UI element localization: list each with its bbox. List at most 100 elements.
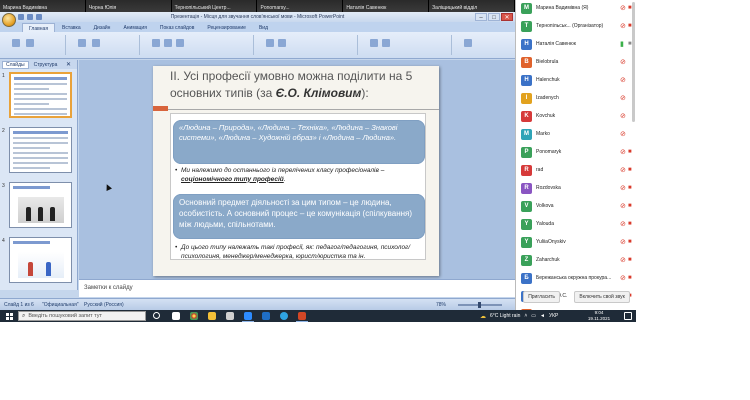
minimize-icon[interactable]: – (475, 13, 487, 21)
tab-view[interactable]: Вид (253, 23, 274, 32)
microphone-muted-icon[interactable]: ⊘ (620, 185, 626, 192)
microphone-muted-icon[interactable]: ⊘ (620, 221, 626, 228)
participant-row[interactable]: Y YuliiaOnyskiv ⊘ ■ (516, 234, 636, 252)
layout-icon[interactable] (92, 39, 100, 47)
microphone-muted-icon[interactable]: ⊘ (620, 167, 626, 174)
video-tile[interactable]: Заліщицький відділ (429, 0, 515, 12)
italic-icon[interactable] (164, 39, 172, 47)
zoom-slider[interactable] (458, 302, 502, 308)
skype-icon[interactable] (280, 312, 288, 320)
bold-icon[interactable] (152, 39, 160, 47)
tab-review[interactable]: Рецензирование (201, 23, 252, 32)
office-button-icon[interactable] (2, 13, 16, 27)
participant-row[interactable]: H Halenchuk ⊘ (516, 72, 636, 90)
weather-icon[interactable]: ☁ (480, 313, 486, 320)
bullet-socionomic[interactable]: Ми належимо до останнього із перелічених… (175, 167, 421, 184)
taskbar-search[interactable]: ⌕ Введіть пошуковий запит тут (18, 311, 146, 321)
undo-icon[interactable] (27, 14, 33, 20)
zoom-level[interactable]: 78% (436, 302, 446, 308)
participant-row[interactable]: Y Yalouda ⊘ ■ (516, 216, 636, 234)
participant-row[interactable]: T Тернопільськ... (Організатор) ⊘ ■ (516, 18, 636, 36)
slide-thumbnail[interactable]: 4 (0, 234, 77, 289)
file-explorer-icon[interactable] (208, 312, 216, 320)
participant-row[interactable]: V Volkova ⊘ ■ (516, 198, 636, 216)
notes-pane[interactable]: Заметки к слайду (79, 279, 515, 297)
camera-off-icon[interactable]: ■ (628, 185, 632, 192)
tab-insert[interactable]: Вставка (56, 23, 87, 32)
participant-row[interactable]: M Marko ⊘ (516, 126, 636, 144)
participant-row[interactable]: H Наталія Савенюк ▮ ■ (516, 36, 636, 54)
zoom-app-icon[interactable] (242, 312, 254, 322)
tab-slideshow[interactable]: Показ слайдов (154, 23, 200, 32)
language-indicator[interactable]: УКР (549, 313, 558, 319)
microphone-muted-icon[interactable]: ⊘ (620, 239, 626, 246)
bullet-professions[interactable]: До цього типу належать такі професії, як… (175, 244, 423, 261)
participant-row[interactable]: B Bielobrula ⊘ (516, 54, 636, 72)
zoom-slider-handle[interactable] (478, 302, 481, 308)
arrange-icon[interactable] (382, 39, 390, 47)
chrome-icon[interactable] (190, 312, 198, 320)
save-icon[interactable] (18, 14, 24, 20)
microphone-icon[interactable]: ▮ (620, 41, 624, 48)
slide-thumbnail[interactable]: 3 (0, 179, 77, 234)
video-tile[interactable]: Ponomarsy... (257, 0, 344, 12)
participant-row[interactable]: Rrad ⊘ ■ (516, 162, 636, 180)
microphone-muted-icon[interactable]: ⊘ (620, 257, 626, 264)
participant-row[interactable]: Z Zaharchuk ⊘ ■ (516, 252, 636, 270)
microphone-muted-icon[interactable]: ⊘ (620, 149, 626, 156)
redo-icon[interactable] (36, 14, 42, 20)
camera-off-icon[interactable]: ■ (628, 257, 632, 264)
windows-start-icon[interactable] (6, 313, 13, 320)
clock[interactable]: 9:04 19.11.2021 (584, 310, 614, 322)
tray-chevron-icon[interactable]: ˄ (524, 313, 527, 319)
close-panel-icon[interactable]: ✕ (63, 61, 74, 68)
underline-icon[interactable] (176, 39, 184, 47)
weather-text[interactable]: 6°C Light rain (490, 313, 520, 319)
tab-home[interactable]: Главная (22, 23, 56, 32)
video-tile[interactable]: Наталія Савенюк (343, 0, 430, 12)
unmute-button[interactable]: Включить свой звук (574, 291, 630, 303)
microphone-muted-icon[interactable]: ⊘ (620, 95, 626, 102)
new-slide-icon[interactable] (78, 39, 86, 47)
participant-row[interactable]: Б Бережанська окружна прокура... ⊘ ■ (516, 270, 636, 288)
invite-button[interactable]: Пригласить (523, 291, 560, 303)
participant-row[interactable]: M Марина Вадимівна (Я) ⊘ ■ (516, 0, 636, 18)
microphone-muted-icon[interactable]: ⊘ (620, 113, 626, 120)
slide-title[interactable]: ІІ. Усі професії умовно можна поділити н… (170, 68, 432, 102)
slide-thumbnail[interactable]: 2 (0, 124, 77, 179)
camera-off-icon[interactable]: ■ (628, 203, 632, 210)
participant-row[interactable]: P Ponomaryk ⊘ ■ (516, 144, 636, 162)
volume-icon[interactable]: ◄ (540, 313, 545, 319)
microphone-muted-icon[interactable]: ⊘ (620, 203, 626, 210)
microphone-muted-icon[interactable]: ⊘ (620, 59, 626, 66)
camera-off-icon[interactable]: ■ (628, 167, 632, 174)
camera-off-icon[interactable]: ■ (628, 221, 632, 228)
tab-slides[interactable]: Слайды (2, 60, 29, 69)
participant-row[interactable]: K Kovchuk ⊘ (516, 108, 636, 126)
task-view-icon[interactable] (153, 312, 160, 319)
tab-animation[interactable]: Анимация (117, 23, 152, 32)
camera-off-icon[interactable]: ■ (628, 149, 632, 156)
microphone-muted-icon[interactable]: ⊘ (620, 131, 626, 138)
camera-off-icon[interactable]: ■ (628, 275, 632, 282)
network-icon[interactable]: ▭ (531, 313, 536, 319)
powerpoint-icon[interactable] (296, 312, 308, 322)
tab-design[interactable]: Дизайн (88, 23, 117, 32)
paste-icon[interactable] (12, 39, 20, 47)
close-icon[interactable]: ✕ (501, 13, 513, 21)
numbering-icon[interactable] (278, 39, 286, 47)
app-icon[interactable] (172, 312, 180, 320)
profession-types-box[interactable]: «Людина – Природа», «Людина – Техніка», … (173, 120, 425, 164)
video-tile[interactable]: Тернопільський Центр... (171, 0, 258, 12)
slide-canvas[interactable]: ІІ. Усі професії умовно можна поділити н… (79, 60, 515, 279)
microphone-muted-icon[interactable]: ⊘ (620, 77, 626, 84)
bullets-icon[interactable] (266, 39, 274, 47)
participant-row[interactable]: I Izadenych ⊘ (516, 90, 636, 108)
video-tile[interactable]: Чорна Юлія (85, 0, 172, 12)
language-status[interactable]: Русский (Россия) (84, 302, 124, 308)
current-slide[interactable]: ІІ. Усі професії умовно можна поділити н… (153, 66, 439, 276)
cut-icon[interactable] (26, 39, 34, 47)
shapes-icon[interactable] (370, 39, 378, 47)
notifications-icon[interactable] (624, 312, 632, 320)
camera-off-icon[interactable]: ■ (628, 239, 632, 246)
